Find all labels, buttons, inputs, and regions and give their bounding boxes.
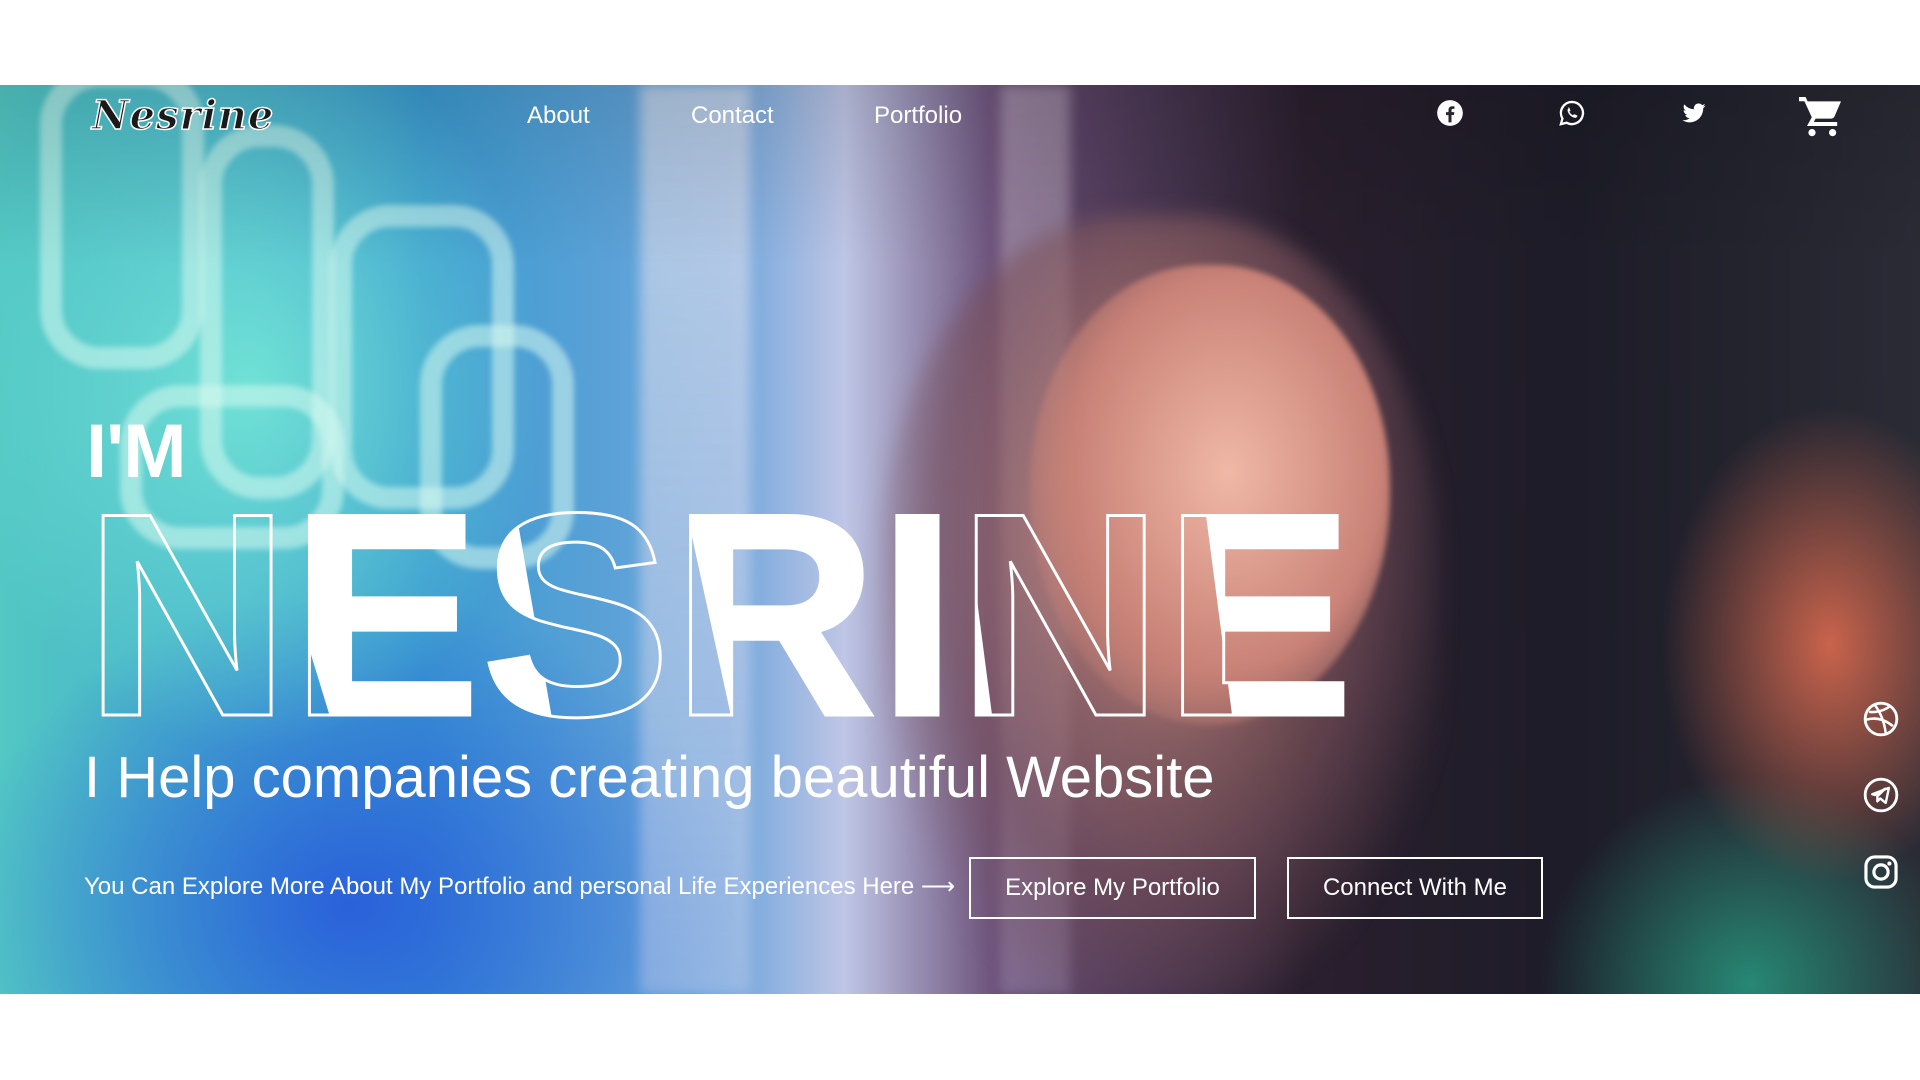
dribbble-icon[interactable] (1862, 700, 1900, 738)
twitter-icon[interactable] (1680, 99, 1708, 127)
connect-with-me-button[interactable]: Connect With Me (1287, 857, 1543, 919)
telegram-icon[interactable] (1862, 776, 1900, 814)
hero-intro: I'M (86, 409, 186, 494)
nav-link-contact[interactable]: Contact (691, 102, 774, 130)
site-logo[interactable]: Nesrine (91, 91, 274, 140)
hero-name: NESRINE NESRINE (84, 500, 1356, 730)
explore-portfolio-button[interactable]: Explore My Portfolio (969, 857, 1256, 919)
instagram-icon[interactable] (1862, 853, 1900, 891)
facebook-icon[interactable] (1436, 99, 1464, 127)
hero-subline: You Can Explore More About My Portfolio … (84, 873, 956, 900)
hero-tagline: I Help companies creating beautiful Webs… (84, 745, 1215, 810)
whatsapp-icon[interactable] (1558, 99, 1586, 127)
nav-link-portfolio[interactable]: Portfolio (874, 102, 962, 130)
nav-link-about[interactable]: About (527, 102, 590, 130)
shopping-cart-icon[interactable] (1797, 92, 1845, 140)
